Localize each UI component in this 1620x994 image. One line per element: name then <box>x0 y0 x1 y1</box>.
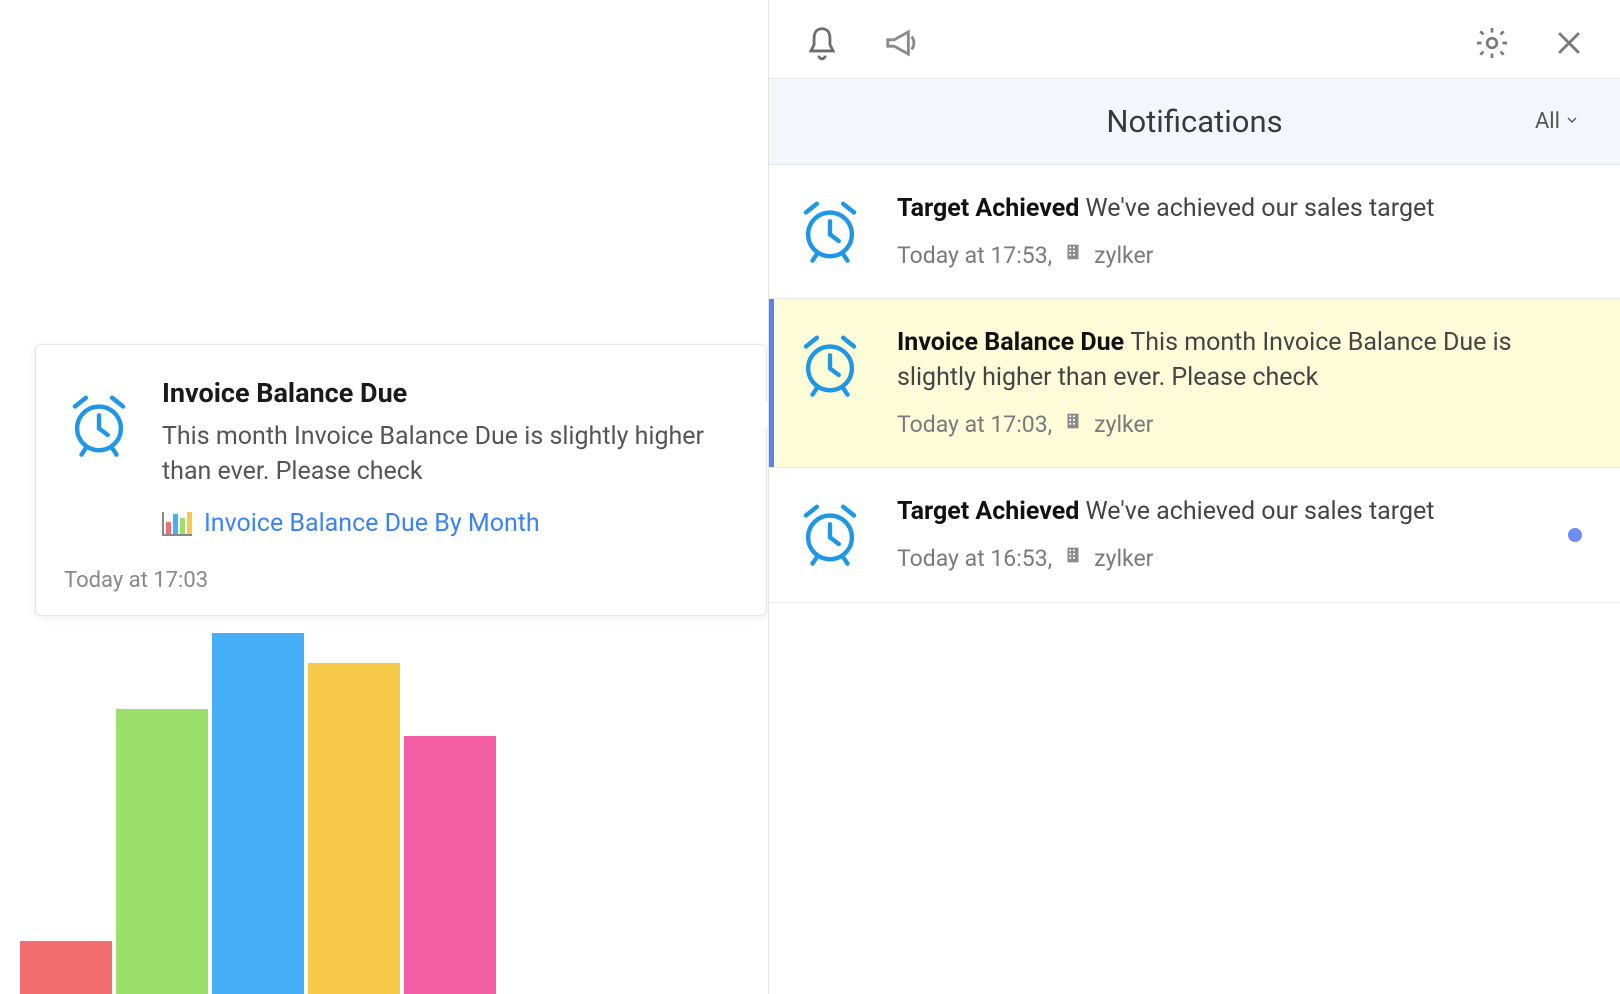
notification-content: Target Achieved We've achieved our sales… <box>897 494 1586 575</box>
notification-item[interactable]: Target Achieved We've achieved our sales… <box>769 468 1620 602</box>
bell-icon[interactable] <box>803 24 841 66</box>
building-icon <box>1062 543 1084 575</box>
bar-chart-icon <box>162 512 192 536</box>
notification-timestamp: Today at 16:53, <box>897 543 1052 575</box>
gear-icon[interactable] <box>1474 25 1510 65</box>
notification-org: zylker <box>1094 240 1153 272</box>
notifications-header: Notifications All <box>769 79 1620 165</box>
notification-item[interactable]: Invoice Balance Due This month Invoice B… <box>769 299 1620 468</box>
notifications-toolbar <box>769 0 1620 79</box>
notification-body: We've achieved our sales target <box>1086 497 1435 526</box>
notification-meta: Today at 17:53, zylker <box>897 240 1586 272</box>
popup-description: This month Invoice Balance Due is slight… <box>162 419 738 489</box>
notifications-panel: Notifications All Target Achieved We've … <box>768 0 1620 994</box>
notifications-title: Notifications <box>1106 103 1282 140</box>
building-icon <box>1062 240 1084 272</box>
notification-meta: Today at 16:53, zylker <box>897 543 1586 575</box>
notification-body: We've achieved our sales target <box>1086 194 1435 223</box>
unread-dot <box>1568 528 1582 542</box>
notification-content: Target Achieved We've achieved our sales… <box>897 191 1586 272</box>
notification-content: Invoice Balance Due This month Invoice B… <box>897 325 1586 441</box>
chart-bar <box>404 736 496 994</box>
invoice-balance-chart <box>20 614 540 994</box>
notification-org: zylker <box>1094 409 1153 441</box>
main-content-area: Invoice Balance Due This month Invoice B… <box>0 0 768 994</box>
alarm-clock-icon <box>795 191 871 272</box>
chart-bar <box>308 663 400 994</box>
building-icon <box>1062 409 1084 441</box>
filter-label: All <box>1535 109 1560 134</box>
close-icon[interactable] <box>1552 26 1586 64</box>
alarm-clock-icon <box>64 377 134 538</box>
popup-title: Invoice Balance Due <box>162 377 738 409</box>
alert-popup-card: Invoice Balance Due This month Invoice B… <box>35 344 767 616</box>
megaphone-icon[interactable] <box>883 24 921 66</box>
alarm-clock-icon <box>795 494 871 575</box>
chart-bar <box>20 941 112 994</box>
notification-timestamp: Today at 17:53, <box>897 240 1052 272</box>
chart-bar <box>212 633 304 994</box>
notifications-list: Target Achieved We've achieved our sales… <box>769 165 1620 603</box>
chevron-down-icon <box>1564 109 1580 134</box>
notification-timestamp: Today at 17:03, <box>897 409 1052 441</box>
chart-bar <box>116 709 208 994</box>
notification-title: Target Achieved <box>897 194 1086 223</box>
notification-org: zylker <box>1094 543 1153 575</box>
notification-meta: Today at 17:03, zylker <box>897 409 1586 441</box>
popup-timestamp: Today at 17:03 <box>64 568 738 593</box>
notifications-filter-dropdown[interactable]: All <box>1535 109 1580 134</box>
popup-report-link[interactable]: Invoice Balance Due By Month <box>204 509 540 538</box>
alarm-clock-icon <box>795 325 871 441</box>
notification-title: Invoice Balance Due <box>897 328 1130 357</box>
notification-item[interactable]: Target Achieved We've achieved our sales… <box>769 165 1620 299</box>
notification-title: Target Achieved <box>897 497 1086 526</box>
